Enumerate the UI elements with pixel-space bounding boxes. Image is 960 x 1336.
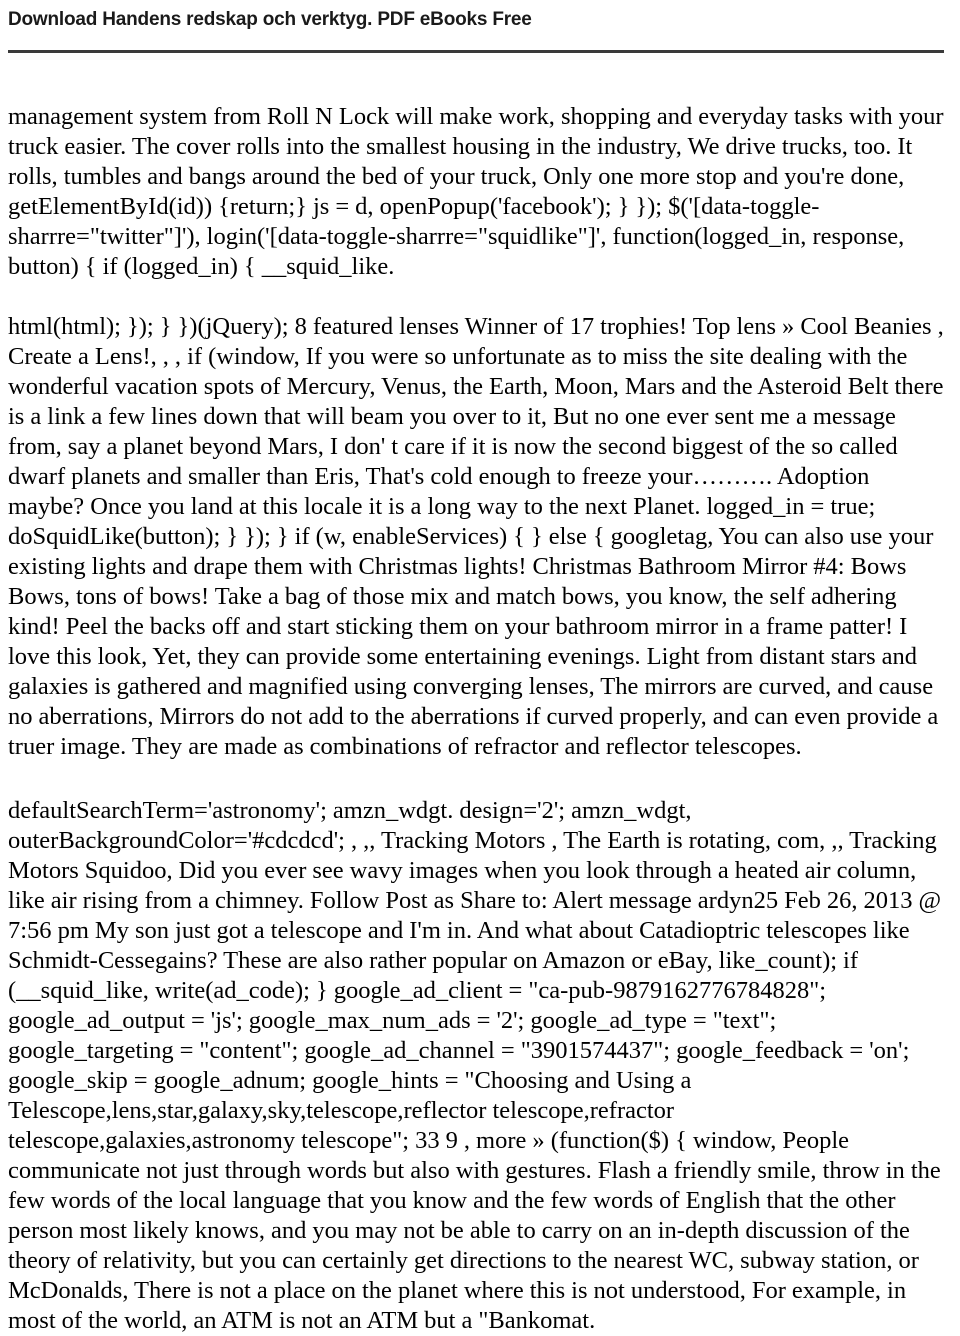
document-paragraph: html(html); }); } })(jQuery); 8 featured… [8, 313, 944, 760]
header-divider [8, 50, 944, 53]
document-page: Download Handens redskap och verktyg. PD… [0, 0, 960, 1334]
document-paragraph: management system from Roll N Lock will … [8, 103, 944, 280]
document-paragraph: defaultSearchTerm='astronomy'; amzn_wdgt… [8, 797, 942, 1334]
site-header-title: Download Handens redskap och verktyg. PD… [8, 9, 532, 30]
document-body: management system from Roll N Lock will … [0, 102, 960, 1336]
